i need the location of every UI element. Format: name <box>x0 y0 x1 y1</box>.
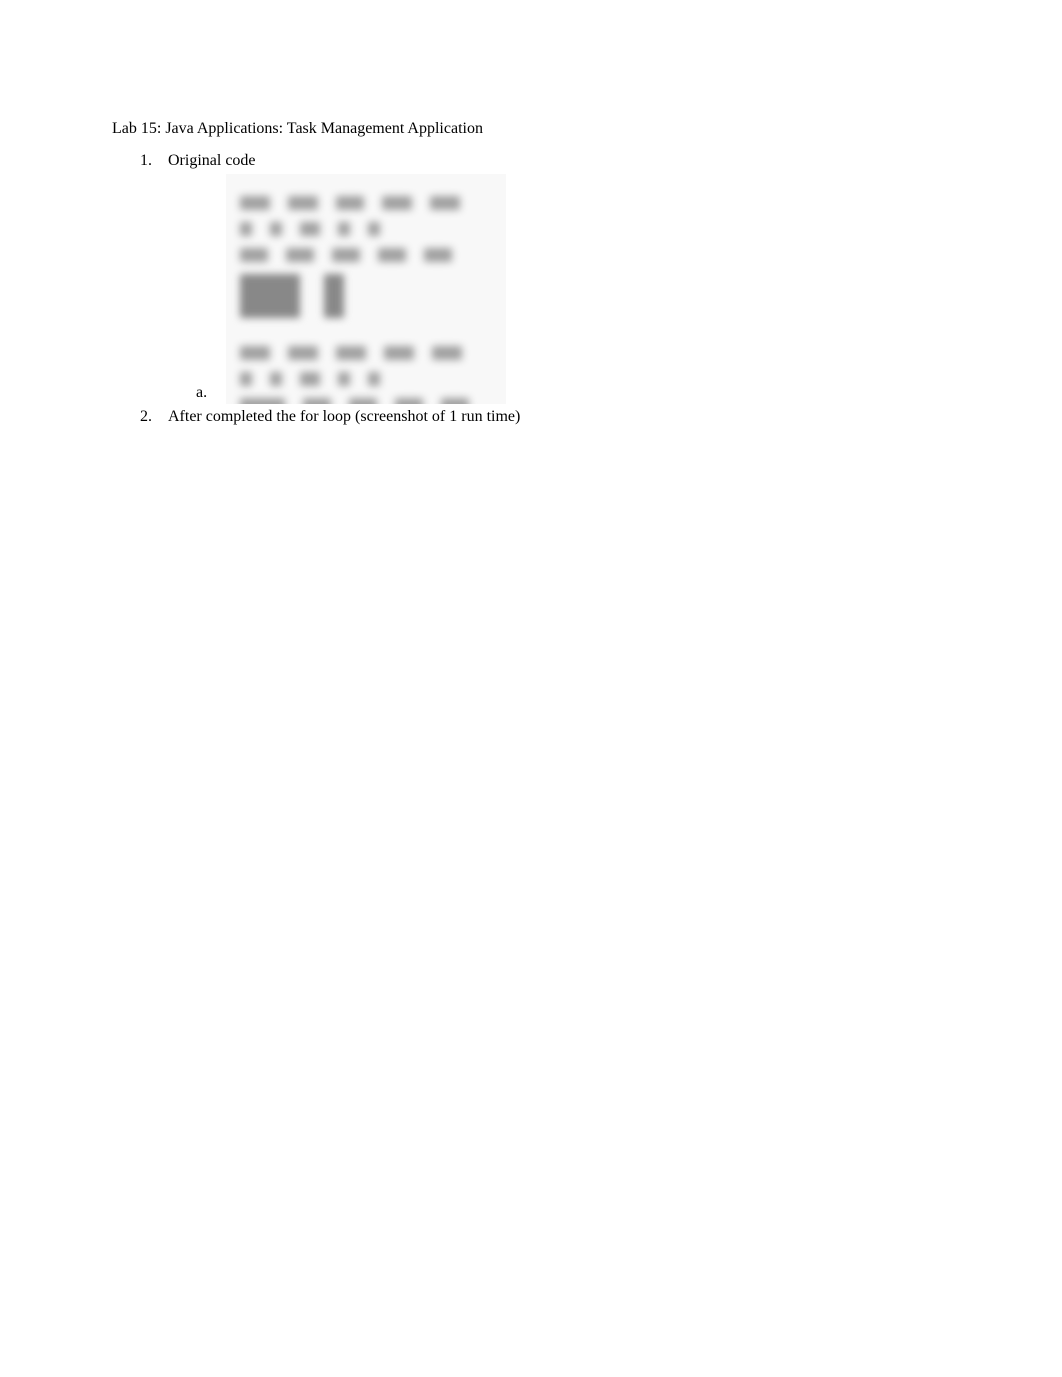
outline-list: 1. Original code a. <box>112 152 962 426</box>
list-item-text: Original code <box>168 152 256 169</box>
list-item-number: 2. <box>140 408 168 426</box>
blurred-screenshot-placeholder <box>226 174 506 404</box>
document-title: Lab 15: Java Applications: Task Manageme… <box>112 120 962 138</box>
sub-list: a. <box>168 174 962 404</box>
list-item-text: After completed the for loop (screenshot… <box>168 408 520 425</box>
sub-list-item-a: a. <box>196 174 962 404</box>
list-item-number: 1. <box>140 152 168 170</box>
list-item-2: 2. After completed the for loop (screens… <box>140 408 962 426</box>
list-item-1: 1. Original code a. <box>140 152 962 404</box>
sub-list-item-number: a. <box>196 384 224 404</box>
